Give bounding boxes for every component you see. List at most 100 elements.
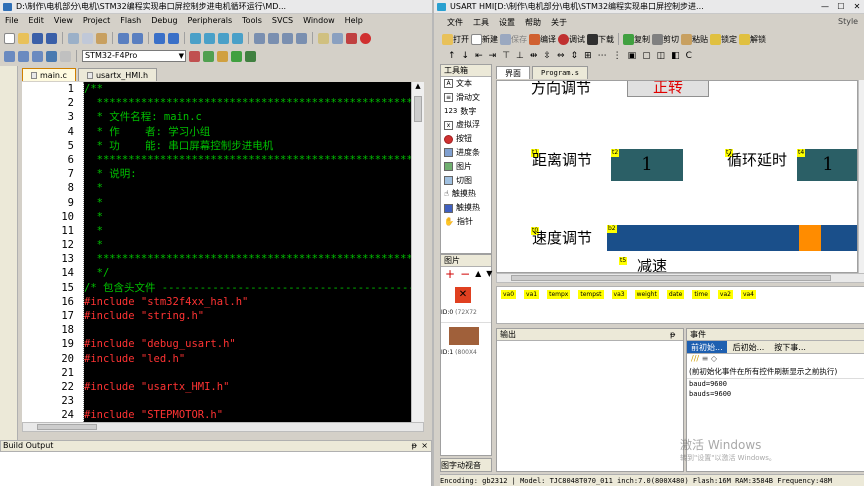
minimize-icon[interactable]: — — [818, 1, 832, 12]
options-icon[interactable] — [189, 50, 200, 62]
pin-icon[interactable]: ᵽ — [412, 441, 417, 451]
menu-file-cn[interactable]: 文件 — [442, 16, 468, 30]
event-code-line-1[interactable]: baud=9600 — [687, 379, 864, 389]
event-code-line-2[interactable]: bauds=9600 — [687, 389, 864, 399]
open-button[interactable]: 打开 — [442, 33, 469, 45]
unindent-icon[interactable] — [268, 32, 279, 44]
tab-page[interactable]: 界面 — [496, 66, 530, 79]
paste-icon[interactable] — [96, 32, 107, 44]
bookmark-icon[interactable] — [190, 32, 201, 44]
menu-view[interactable]: View — [49, 14, 78, 28]
menu-settings-cn[interactable]: 设置 — [494, 16, 520, 30]
select-packs-icon[interactable] — [245, 50, 256, 62]
debug-icon[interactable] — [346, 32, 357, 44]
open-folder-icon[interactable] — [18, 32, 29, 44]
indent-icon[interactable] — [254, 32, 265, 44]
resource-tabs[interactable]: 图字动视音 — [440, 458, 492, 472]
code-line[interactable]: ****************************************… — [84, 252, 411, 266]
code-line[interactable]: * — [84, 224, 411, 238]
canvas-vscroll[interactable] — [858, 80, 864, 273]
event-tab-postinit[interactable]: 后初始... — [729, 341, 769, 353]
lock-button[interactable]: 锁定 — [710, 33, 737, 45]
layer-down-icon[interactable]: ◧ — [671, 51, 680, 61]
align-down-icon[interactable]: ↓ — [462, 51, 470, 61]
scroll-thumb[interactable] — [414, 96, 422, 122]
code-line[interactable]: * 说明: — [84, 167, 411, 181]
editor-hscroll[interactable] — [22, 422, 424, 432]
save-all-icon[interactable] — [46, 32, 57, 44]
comment-icon[interactable] — [282, 32, 293, 44]
menu-tools[interactable]: Tools — [237, 14, 267, 28]
attr-va0[interactable]: va0 — [501, 290, 517, 299]
bring-front-icon[interactable]: ▣ — [628, 51, 637, 61]
find-icon[interactable] — [332, 32, 343, 44]
menu-tools-cn[interactable]: 工具 — [468, 16, 494, 30]
picture-item-1[interactable]: ID:1 (800X4 — [441, 323, 491, 365]
toolbox-touch-capture[interactable]: 触摸热 — [441, 201, 491, 215]
label-loop-delay[interactable]: 循环延时 — [727, 149, 787, 170]
find-in-files-icon[interactable] — [318, 32, 329, 44]
remove-picture-icon[interactable]: − — [460, 267, 470, 281]
toolbox-scroll-text[interactable]: ≡ 滑动文 — [441, 91, 491, 105]
add-picture-icon[interactable]: + — [445, 267, 455, 281]
code-line[interactable]: /* 包含头文件 -------------------------------… — [84, 281, 411, 295]
new-button[interactable]: 新建 — [471, 33, 498, 45]
uncomment-icon[interactable] — [296, 32, 307, 44]
toolbox-virtual-float[interactable]: x 虚拟浮 — [441, 118, 491, 132]
event-tab-press[interactable]: 按下事... — [770, 341, 810, 353]
manage-rte-icon[interactable] — [217, 50, 228, 62]
same-width-icon[interactable]: ⇔ — [557, 51, 565, 61]
breakpoint-icon[interactable] — [360, 32, 371, 44]
code-line[interactable]: * — [84, 210, 411, 224]
direction-button[interactable]: 正转 — [627, 81, 709, 97]
align-top-icon[interactable]: ⊤ — [502, 51, 510, 61]
toolbox-button[interactable]: 按钮 — [441, 132, 491, 146]
label-speed[interactable]: 速度调节 — [532, 227, 592, 248]
toolbox-pointer[interactable]: ✋ 指针 — [441, 215, 491, 229]
rebuild-icon[interactable] — [32, 50, 43, 62]
attr-tempx[interactable]: tempx — [547, 290, 571, 299]
copy-icon[interactable] — [82, 32, 93, 44]
code-line[interactable]: #include "usartx_HMI.h" — [84, 380, 411, 394]
new-file-icon[interactable] — [4, 32, 15, 44]
spacing-v-icon[interactable]: ⋮ — [613, 51, 622, 61]
design-canvas[interactable]: 方向调节 正转 t1 距离调节 1 t2 t7 循环延时 1 t4 t0 速度调… — [496, 80, 858, 273]
code-line[interactable] — [84, 323, 411, 337]
menu-help[interactable]: Help — [340, 14, 368, 28]
close-icon[interactable]: ✕ — [850, 1, 864, 12]
editor-vscroll[interactable]: ▲ — [411, 82, 424, 422]
align-bottom-icon[interactable]: ⊥ — [516, 51, 524, 61]
code-line[interactable]: #include "string.h" — [84, 309, 411, 323]
maximize-icon[interactable]: ☐ — [834, 1, 848, 12]
target-select[interactable]: STM32-F4Pro ▼ — [82, 50, 186, 62]
bookmark-next-icon[interactable] — [218, 32, 229, 44]
code-line[interactable] — [84, 394, 411, 408]
undo-icon[interactable] — [118, 32, 129, 44]
code-line[interactable]: * 功 能: 串口屏幕控制步进电机 — [84, 139, 411, 153]
menu-about-cn[interactable]: 关于 — [546, 16, 572, 30]
loop-delay-number[interactable]: 1 — [797, 149, 857, 181]
align-up-icon[interactable]: ↑ — [448, 51, 456, 61]
download-button[interactable]: 下载 — [587, 33, 614, 45]
lines-icon[interactable]: ≡ — [702, 354, 709, 363]
canvas-hscroll-thumb[interactable] — [511, 275, 831, 281]
attr-tempst[interactable]: tempst — [578, 290, 604, 299]
text-tool-icon[interactable]: C — [686, 51, 692, 61]
speed-progress-bar[interactable] — [607, 225, 857, 251]
redo-icon[interactable] — [132, 32, 143, 44]
toolbox-picture[interactable]: 图片 — [441, 160, 491, 174]
code-editor[interactable]: /** ************************************… — [84, 82, 411, 422]
menu-svcs[interactable]: SVCS — [267, 14, 298, 28]
download-icon[interactable] — [60, 50, 71, 62]
label-decelerate[interactable]: 减速 — [637, 255, 667, 272]
attr-va2[interactable]: va2 — [717, 290, 733, 299]
compile-button[interactable]: 编译 — [529, 33, 556, 45]
tab-usartx-hmi-h[interactable]: usartx_HMI.h — [77, 68, 158, 81]
align-left-icon[interactable]: ⇤ — [475, 51, 483, 61]
code-line[interactable]: #include "STEPMOTOR.h" — [84, 408, 411, 422]
same-size-icon[interactable]: ⊞ — [584, 51, 592, 61]
send-back-icon[interactable]: ▢ — [642, 51, 651, 61]
menu-help-cn[interactable]: 帮助 — [520, 16, 546, 30]
cut-icon[interactable] — [68, 32, 79, 44]
translate-icon[interactable] — [4, 50, 15, 62]
